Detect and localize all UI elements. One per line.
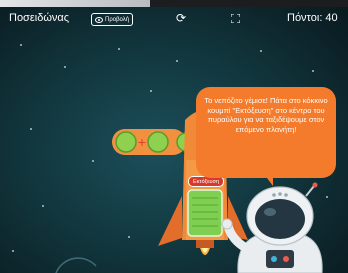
planet-outline (55, 257, 97, 273)
plus-icon: + (137, 136, 146, 149)
fuel-gauge (187, 189, 223, 237)
fuel-cell (147, 131, 169, 153)
fuel-cell (115, 131, 137, 153)
game-screen: Ποσειδώνας Προβολή ⟳ Πόντοι: 40 + Εκτόξε… (0, 0, 348, 273)
speech-text: Το νεπόζιτο γέμισε! Πάτα στο κόκκινο κου… (204, 96, 328, 134)
speech-bubble-tail (264, 174, 273, 186)
speech-bubble: Το νεπόζιτο γέμισε! Πάτα στο κόκκινο κου… (196, 87, 336, 178)
rocket-side-arm: + (112, 129, 196, 155)
fuel-tank (187, 189, 223, 237)
